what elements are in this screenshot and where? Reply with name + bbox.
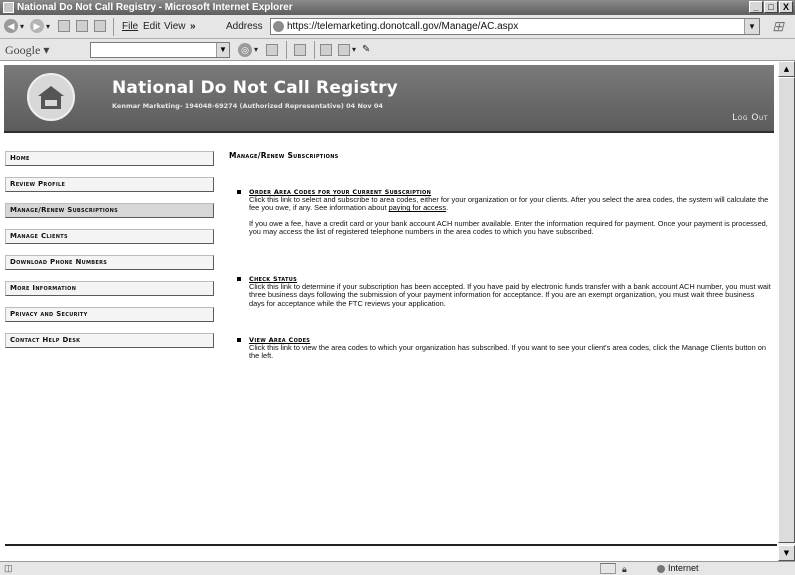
secure-lock-icon: 🔒︎ bbox=[622, 564, 627, 574]
page-title: Manage/Renew Subscriptions bbox=[229, 151, 339, 160]
main-content: Manage/Renew Subscriptions Order Area Co… bbox=[229, 151, 771, 360]
bullet-icon bbox=[237, 338, 241, 342]
maximize-button[interactable]: □ bbox=[764, 1, 778, 13]
windows-logo-icon: ⊞ bbox=[772, 18, 784, 34]
google-options-dropdown-icon[interactable]: ▾ bbox=[254, 42, 258, 58]
back-dropdown-icon[interactable]: ▾ bbox=[20, 19, 24, 35]
menu-view[interactable]: View bbox=[164, 19, 186, 35]
account-info: Kenmar Marketing- 194048-69274 (Authoriz… bbox=[112, 102, 383, 110]
page-status-icon: ◫ bbox=[4, 563, 13, 573]
nav-home-button[interactable]: Home bbox=[5, 151, 214, 166]
view-area-codes-section: View Area Codes Click this link to view … bbox=[237, 336, 771, 361]
check-status-section: Check Status Click this link to determin… bbox=[237, 275, 771, 308]
google-search-dropdown-icon[interactable]: ▼ bbox=[216, 43, 229, 57]
refresh-icon[interactable] bbox=[76, 20, 88, 32]
nav-privacy-security-button[interactable]: Privacy and Security bbox=[5, 307, 214, 322]
google-search-input[interactable]: ▼ bbox=[90, 42, 230, 58]
logout-link[interactable]: Log Out bbox=[732, 113, 768, 123]
menu-overflow[interactable]: » bbox=[190, 19, 196, 35]
site-title: National Do Not Call Registry bbox=[112, 78, 398, 98]
browser-toolbar: ◀ ▾ ▶ ▾ File Edit View » Address https:/… bbox=[0, 15, 795, 39]
status-bar: ◫ 🔒︎ Internet bbox=[0, 561, 795, 575]
footer-divider bbox=[5, 544, 777, 546]
bullet-icon bbox=[237, 190, 241, 194]
stop-icon[interactable] bbox=[58, 20, 70, 32]
scroll-up-icon[interactable]: ▲ bbox=[778, 61, 795, 77]
order-area-codes-description: Click this link to select and subscribe … bbox=[249, 195, 769, 213]
popup-blocker-icon[interactable] bbox=[294, 44, 306, 56]
site-banner: National Do Not Call Registry Kenmar Mar… bbox=[4, 65, 774, 131]
page-icon bbox=[273, 21, 284, 32]
home-icon[interactable] bbox=[94, 20, 106, 32]
scroll-thumb[interactable] bbox=[778, 77, 795, 543]
close-button[interactable]: X bbox=[779, 1, 793, 13]
window-title: National Do Not Call Registry - Microsof… bbox=[17, 2, 293, 13]
order-area-codes-section: Order Area Codes for your Current Subscr… bbox=[237, 188, 771, 237]
highlight-pen-icon[interactable]: ✎ bbox=[362, 42, 370, 58]
fee-payment-description: If you owe a fee, have a credit card or … bbox=[249, 218, 768, 237]
view-area-codes-description: Click this link to view the area codes t… bbox=[249, 343, 766, 361]
nav-contact-help-desk-button[interactable]: Contact Help Desk bbox=[5, 333, 214, 348]
nav-manage-clients-button[interactable]: Manage Clients bbox=[5, 229, 214, 244]
address-dropdown-icon[interactable]: ▼ bbox=[744, 19, 759, 34]
options-dropdown-icon[interactable]: ▾ bbox=[352, 42, 356, 58]
scroll-down-icon[interactable]: ▼ bbox=[778, 545, 795, 561]
google-pagerank-icon[interactable] bbox=[266, 44, 278, 56]
menu-file[interactable]: File bbox=[122, 19, 138, 35]
house-phone-logo bbox=[27, 73, 75, 121]
forward-dropdown-icon[interactable]: ▾ bbox=[46, 19, 50, 35]
nav-manage-renew-subscriptions-button[interactable]: Manage/Renew Subscriptions bbox=[5, 203, 214, 218]
security-zone: Internet bbox=[657, 562, 699, 575]
google-search-web-icon[interactable]: ◎ bbox=[238, 43, 252, 57]
nav-download-phone-numbers-button[interactable]: Download Phone Numbers bbox=[5, 255, 214, 270]
nav-review-profile-button[interactable]: Review Profile bbox=[5, 177, 214, 192]
options-icon[interactable] bbox=[338, 44, 350, 56]
autofill-icon[interactable] bbox=[320, 44, 332, 56]
menu-edit[interactable]: Edit bbox=[143, 19, 160, 35]
ie-app-icon bbox=[3, 2, 14, 13]
forward-icon[interactable]: ▶ bbox=[30, 19, 44, 33]
paying-for-access-link[interactable]: paying for access bbox=[389, 203, 447, 212]
address-bar[interactable]: https://telemarketing.donotcall.gov/Mana… bbox=[270, 18, 760, 35]
nav-more-information-button[interactable]: More Information bbox=[5, 281, 214, 296]
vertical-scrollbar[interactable]: ▲ ▼ bbox=[778, 61, 795, 561]
window-title-bar: National Do Not Call Registry - Microsof… bbox=[0, 0, 795, 15]
google-logo[interactable]: Google ▾ bbox=[5, 42, 49, 58]
google-toolbar: Google ▾ ▼ ◎ ▾ ▾ ✎ bbox=[0, 39, 795, 61]
address-label: Address bbox=[226, 21, 263, 32]
minimize-button[interactable]: _ bbox=[749, 1, 763, 13]
page-content: National Do Not Call Registry Kenmar Mar… bbox=[0, 61, 778, 561]
banner-divider bbox=[4, 131, 774, 133]
address-url[interactable]: https://telemarketing.donotcall.gov/Mana… bbox=[287, 21, 518, 32]
back-icon[interactable]: ◀ bbox=[4, 19, 18, 33]
internet-zone-icon bbox=[657, 564, 665, 573]
bullet-icon bbox=[237, 277, 241, 281]
check-status-description: Click this link to determine if your sub… bbox=[249, 282, 771, 308]
